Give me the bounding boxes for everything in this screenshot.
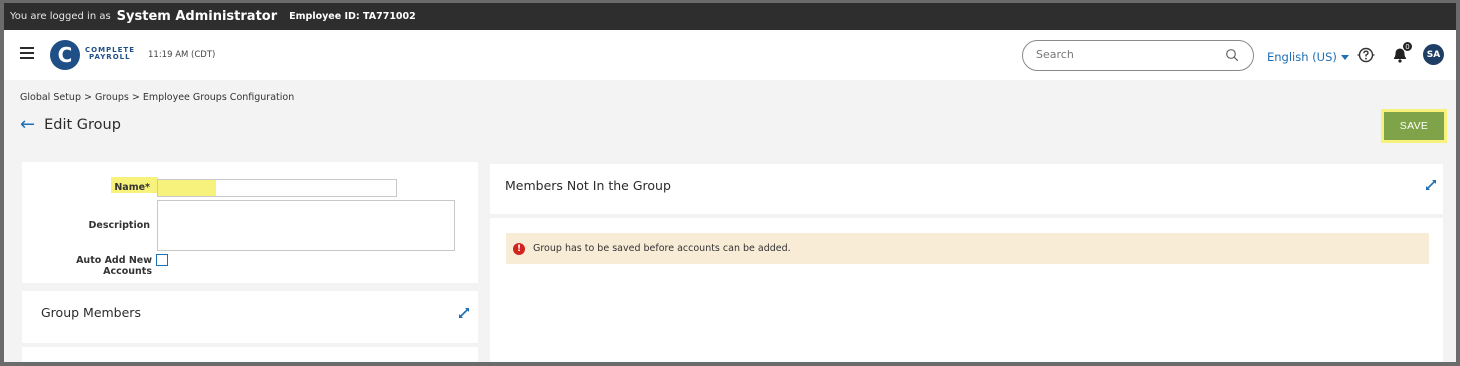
- title-row: ← Edit Group: [20, 116, 121, 134]
- members-not-in-group-panel: Members Not In the Group: [490, 164, 1443, 214]
- current-time: 11:19 AM (CDT): [148, 50, 216, 60]
- search-input[interactable]: [1036, 48, 1216, 61]
- search-box[interactable]: [1022, 40, 1254, 71]
- hamburger-icon[interactable]: [20, 47, 34, 59]
- group-members-body: [22, 347, 478, 362]
- auto-add-checkbox[interactable]: [156, 254, 168, 266]
- group-form-panel: Name* Description Auto Add New Accounts: [22, 162, 478, 283]
- name-field-highlight: [158, 180, 216, 196]
- group-members-title: Group Members: [41, 305, 141, 320]
- save-required-alert: ! Group has to be saved before accounts …: [506, 233, 1429, 264]
- avatar[interactable]: SA: [1423, 44, 1444, 65]
- logged-in-prefix: You are logged in as: [10, 11, 111, 22]
- app-header: C COMPLETE PAYROLL 11:19 AM (CDT) Englis…: [4, 30, 1456, 80]
- page-title: Edit Group: [44, 117, 121, 133]
- error-icon: !: [513, 242, 525, 255]
- language-selector[interactable]: English (US): [1267, 50, 1349, 64]
- search-icon[interactable]: [1225, 48, 1239, 62]
- logo-mark[interactable]: C: [50, 40, 80, 70]
- members-not-in-group-title: Members Not In the Group: [505, 178, 671, 193]
- description-label: Description: [88, 220, 150, 231]
- logo-line2: PAYROLL: [89, 53, 131, 61]
- back-arrow-icon[interactable]: ←: [20, 116, 35, 134]
- notification-count-badge: 0: [1402, 41, 1413, 52]
- save-button[interactable]: SAVE: [1384, 112, 1444, 140]
- login-status-bar: You are logged in as System Administrato…: [4, 3, 1456, 30]
- description-field[interactable]: [157, 200, 455, 251]
- group-members-panel: Group Members: [22, 291, 478, 343]
- members-not-in-group-body: ! Group has to be saved before accounts …: [490, 218, 1443, 362]
- caret-down-icon: [1340, 54, 1349, 60]
- user-name: System Administrator: [116, 9, 278, 24]
- name-field[interactable]: [157, 179, 397, 197]
- app-frame: You are logged in as System Administrato…: [0, 0, 1460, 366]
- employee-id: Employee ID: TA771002: [289, 11, 416, 22]
- save-highlight: SAVE: [1381, 109, 1447, 143]
- language-label: English (US): [1267, 50, 1337, 64]
- breadcrumb[interactable]: Global Setup > Groups > Employee Groups …: [20, 92, 294, 103]
- auto-add-label: Auto Add New Accounts: [76, 255, 152, 277]
- logo-text: COMPLETE PAYROLL: [85, 47, 135, 61]
- alert-message: Group has to be saved before accounts ca…: [533, 243, 791, 254]
- help-icon[interactable]: [1357, 46, 1375, 64]
- expand-icon[interactable]: [457, 306, 471, 320]
- expand-icon[interactable]: [1424, 178, 1438, 192]
- name-label: Name*: [114, 182, 150, 193]
